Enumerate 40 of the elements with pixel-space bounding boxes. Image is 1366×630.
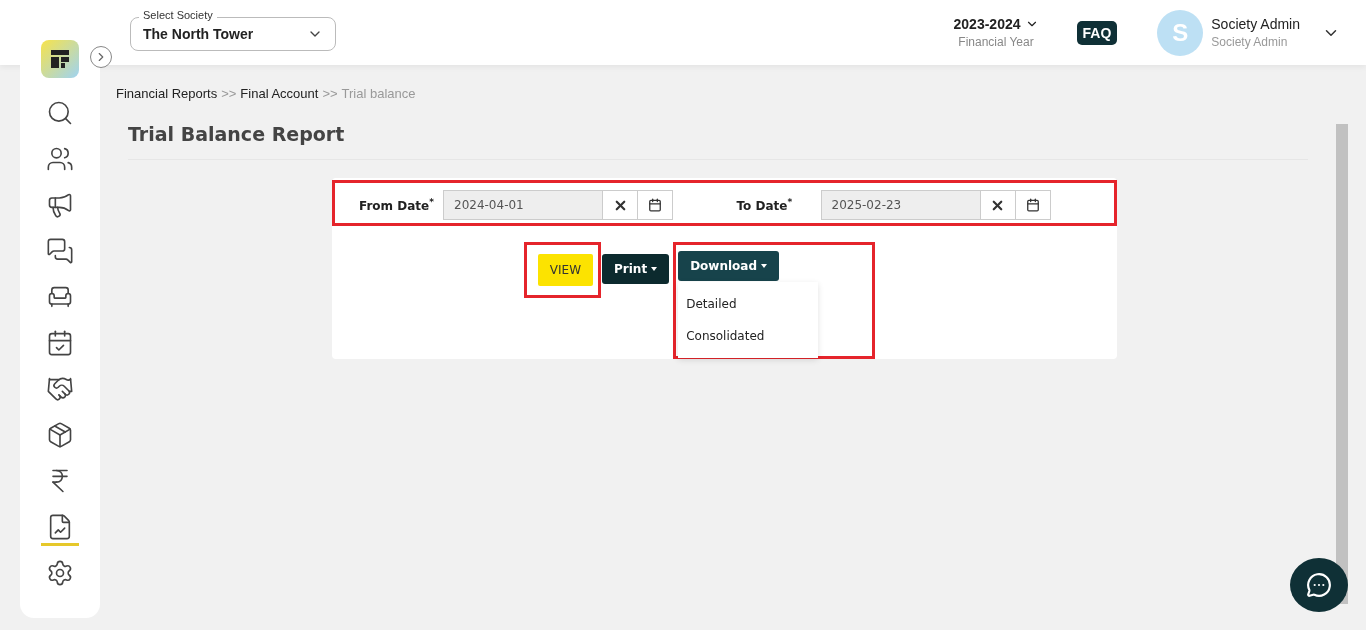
avatar: S <box>1157 9 1204 56</box>
caret-icon <box>651 267 658 271</box>
faq-button[interactable]: FAQ <box>1076 20 1118 45</box>
breadcrumb-separator: >> <box>322 86 338 101</box>
sidebar-toggle-button[interactable] <box>90 46 112 68</box>
breadcrumb-separator: >> <box>221 86 237 101</box>
calendar-button[interactable] <box>638 190 673 220</box>
box-icon <box>46 420 74 449</box>
date-field[interactable]: 2024-04-01 <box>443 190 603 220</box>
calendar-button[interactable] <box>1015 190 1051 220</box>
date-field[interactable]: 2025-02-23 <box>820 190 981 220</box>
date-label: From Date$^{*}$ <box>359 197 435 213</box>
download-button[interactable]: Download <box>678 251 780 281</box>
society-select-label: Select Society <box>139 9 217 21</box>
clear-button[interactable] <box>603 190 638 220</box>
calendar-icon <box>1025 198 1040 212</box>
calendar-icon <box>46 328 74 357</box>
settings-icon <box>46 558 74 587</box>
menu-item[interactable]: Detailed <box>678 288 819 320</box>
view-button[interactable]: VIEW <box>537 254 594 286</box>
menu-item[interactable]: Consolidated <box>678 320 819 352</box>
user-role: Society Admin <box>1211 35 1289 49</box>
financial-year-select[interactable]: 2023-2024 <box>953 16 1039 32</box>
breadcrumb-link[interactable]: Final Account <box>240 86 319 101</box>
date-label: To Date$^{*}$ <box>736 197 794 213</box>
society-select-value: The North Tower <box>143 26 254 42</box>
caret-icon <box>761 264 768 268</box>
financial-year-caption: Financial Year <box>958 35 1034 49</box>
scrollbar[interactable] <box>1336 124 1348 604</box>
print-button[interactable]: Print <box>602 254 670 284</box>
chat-icon <box>46 236 74 265</box>
handshake-icon <box>46 374 74 403</box>
chat-button[interactable] <box>1290 558 1348 612</box>
user-name: Society Admin <box>1211 16 1300 32</box>
breadcrumb-link[interactable]: Financial Reports <box>116 86 218 101</box>
page-title: Trial Balance Report <box>128 123 1308 160</box>
chat-icon <box>1306 572 1332 598</box>
calendar-icon <box>648 198 662 212</box>
clear-button[interactable] <box>980 190 1016 220</box>
logo <box>41 40 79 78</box>
